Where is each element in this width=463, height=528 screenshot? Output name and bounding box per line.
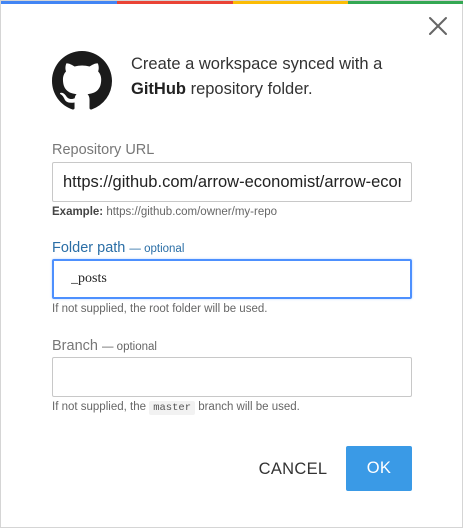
cancel-button[interactable]: CANCEL (251, 447, 335, 491)
branch-label: Branch — optional (52, 338, 157, 354)
close-icon (429, 17, 447, 35)
dialog-header-text: Create a workspace synced with a GitHub … (131, 52, 431, 102)
github-logo-icon (52, 51, 112, 111)
branch-input[interactable] (52, 357, 412, 397)
folder-path-hint: If not supplied, the root folder will be… (52, 303, 268, 315)
repository-url-example: Example: https://github.com/owner/my-rep… (52, 206, 277, 218)
branch-hint-start: If not supplied, the (52, 401, 150, 413)
dialog: Create a workspace synced with a GitHub … (0, 0, 463, 528)
accent-segment (348, 1, 463, 4)
folder-path-label: Folder path — optional (52, 240, 184, 256)
folder-path-optional: — optional (129, 243, 185, 255)
repository-url-label: Repository URL (52, 142, 155, 158)
branch-hint-end: branch will be used. (195, 401, 300, 413)
folder-path-label-text: Folder path (52, 240, 126, 256)
header-text-bold: GitHub (131, 80, 186, 98)
folder-path-input[interactable] (52, 259, 412, 299)
accent-segment (116, 1, 233, 4)
accent-segment (1, 1, 117, 4)
branch-hint: If not supplied, the master branch will … (52, 401, 300, 415)
header-text-end: repository folder. (186, 80, 313, 98)
branch-hint-code: master (149, 401, 195, 415)
example-value: https://github.com/owner/my-repo (106, 206, 278, 218)
accent-strip (1, 1, 463, 4)
header-text-start: Create a workspace synced with a (131, 55, 383, 73)
branch-label-text: Branch (52, 338, 98, 354)
branch-optional: — optional (101, 341, 157, 353)
repository-url-input[interactable] (52, 162, 412, 202)
example-prefix: Example: (52, 206, 104, 218)
close-button[interactable] (425, 13, 451, 39)
accent-segment (232, 1, 349, 4)
ok-button[interactable]: OK (346, 446, 412, 491)
